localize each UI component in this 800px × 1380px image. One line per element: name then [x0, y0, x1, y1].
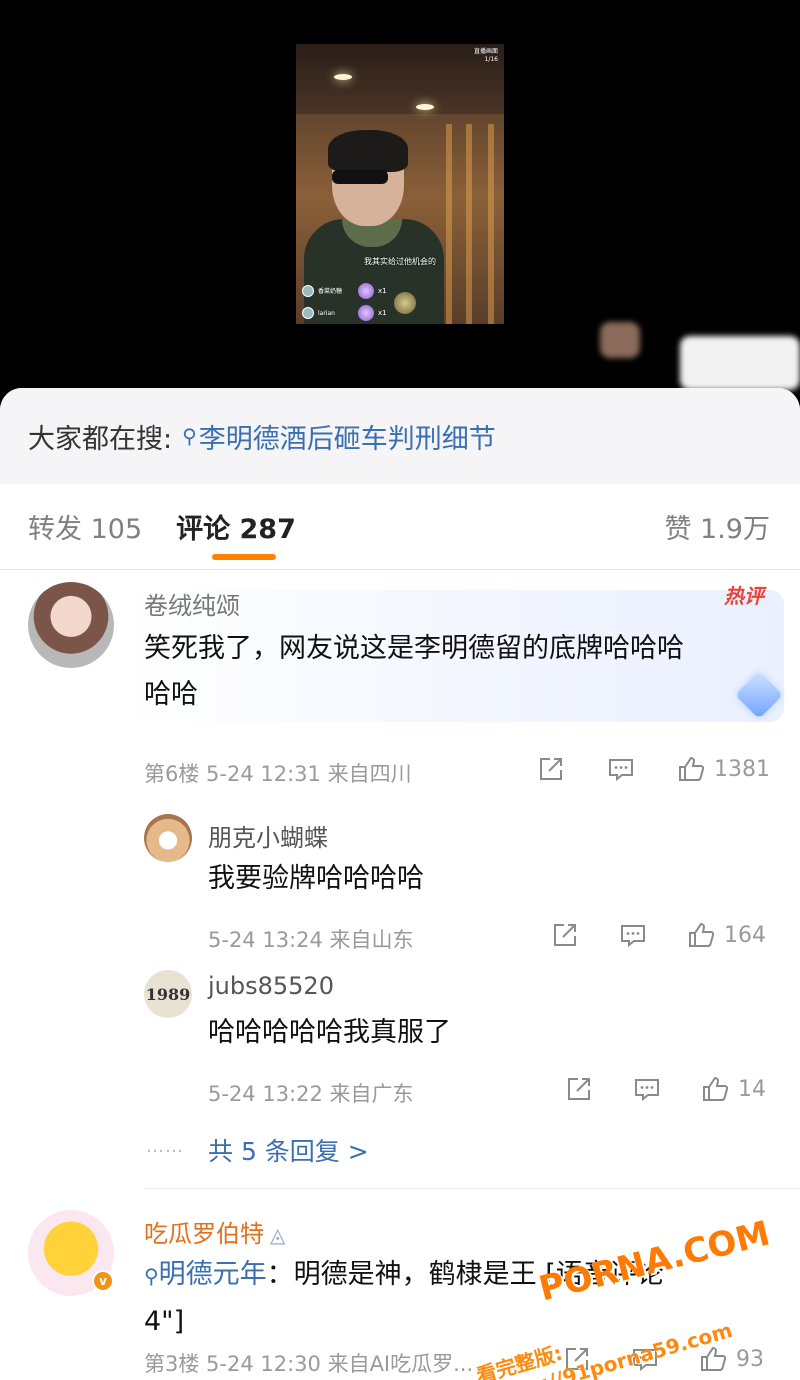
reply-actions: 164 [550, 920, 766, 950]
topic-link[interactable]: ⚲明德元年 [144, 1259, 267, 1290]
reply-actions: 14 [564, 1074, 766, 1104]
gift-count: x1 [378, 287, 387, 295]
gift-icon [358, 283, 374, 299]
avatar [302, 285, 314, 297]
trending-label: 大家都在搜: [28, 423, 173, 455]
search-icon: ⚲ [144, 1264, 159, 1288]
trending-query: 李明德酒后砸车判刑细节 [198, 423, 496, 455]
reply-author[interactable]: jubs85520 [208, 972, 334, 1000]
avatar[interactable]: 1989 [144, 970, 192, 1018]
ceiling-lamp [416, 104, 434, 110]
comment-item: 卷绒纯颂 热评 笑死我了，网友说这是李明德留的底牌哈哈哈 哈哈 第6楼 5-24… [0, 570, 800, 1180]
like-count: 93 [736, 1346, 764, 1372]
verified-badge: v [92, 1270, 114, 1292]
active-tab-indicator [212, 554, 276, 560]
share-icon[interactable] [536, 754, 566, 784]
video-ceiling [296, 44, 504, 114]
trending-search-link[interactable]: ⚲ 李明德酒后砸车判刑细节 [182, 417, 496, 456]
comment-actions: 1381 [536, 754, 770, 784]
avatar [302, 307, 314, 319]
member-level-icon: ◬ [270, 1223, 286, 1247]
background-pillar [446, 124, 452, 324]
video-corner-info: 直播画面 1/16 [473, 48, 498, 63]
avatar[interactable] [144, 814, 192, 862]
thumbs-up-icon[interactable] [686, 920, 716, 950]
blur-overlay [600, 322, 640, 358]
like-count: 14 [738, 1076, 766, 1102]
tab-repost[interactable]: 转发 105 [28, 507, 142, 546]
blur-overlay [680, 336, 800, 390]
tab-bar: 转发 105 评论 287 赞 1.9万 [0, 484, 800, 570]
reply-icon[interactable] [606, 754, 636, 784]
replies-dots: …… [146, 1136, 184, 1157]
search-icon: ⚲ [182, 424, 197, 448]
reply-icon[interactable] [632, 1074, 662, 1104]
video-player[interactable]: 直播画面 1/16 我其实给过他机会的 香菜奶糖 x1 larian x1 [0, 0, 800, 400]
gift-count: x1 [378, 309, 387, 317]
sunglasses [332, 170, 388, 184]
background-pillar [466, 124, 472, 324]
video-subtitle: 我其实给过他机会的 [364, 257, 436, 266]
hot-comment-badge: 热评 [724, 584, 764, 608]
gift-icon [358, 305, 374, 321]
avatar[interactable] [28, 582, 114, 668]
gift-notification: larian x1 [302, 304, 387, 322]
thumbs-up-icon[interactable] [700, 1074, 730, 1104]
thumbs-up-icon[interactable] [676, 754, 706, 784]
like-count: 1381 [714, 756, 770, 782]
tab-likes[interactable]: 赞 1.9万 [664, 507, 770, 546]
reply-text[interactable]: 哈哈哈哈哈我真服了 [208, 1010, 451, 1056]
person-hair [328, 130, 408, 172]
comment-author[interactable]: 吃瓜罗伯特 ◬ [144, 1214, 285, 1249]
like-count: 164 [724, 922, 766, 948]
comment-author[interactable]: 卷绒纯颂 [144, 586, 240, 621]
ceiling-lamp [334, 74, 352, 80]
reply-icon[interactable] [618, 920, 648, 950]
reply-meta: 5-24 13:24 来自山东 [208, 928, 414, 952]
comment-sheet: 大家都在搜: ⚲ 李明德酒后砸车判刑细节 转发 105 评论 287 赞 1.9… [0, 388, 800, 1380]
trending-search-bar: 大家都在搜: ⚲ 李明德酒后砸车判刑细节 [0, 388, 800, 484]
reply-text[interactable]: 我要验牌哈哈哈哈 [208, 856, 424, 902]
background-pillar [488, 124, 494, 324]
gift-notification: 香菜奶糖 x1 [302, 282, 387, 300]
share-icon[interactable] [550, 920, 580, 950]
reply-author[interactable]: 朋克小蝴蝶 [208, 818, 328, 853]
video-frame[interactable]: 直播画面 1/16 我其实给过他机会的 香菜奶糖 x1 larian x1 [296, 44, 504, 324]
view-more-replies-link[interactable]: 共 5 条回复 > [208, 1132, 369, 1168]
tab-comments[interactable]: 评论 287 [176, 507, 296, 546]
gift-user: 香菜奶糖 [318, 287, 343, 295]
emblem-icon [394, 292, 416, 314]
gift-user: larian [318, 309, 335, 317]
comment-meta: 第6楼 5-24 12:31 来自四川 [144, 762, 412, 786]
reply-meta: 5-24 13:22 来自广东 [208, 1082, 414, 1106]
comment-meta: 第3楼 5-24 12:30 来自AI吃瓜罗... [144, 1352, 474, 1376]
share-icon[interactable] [564, 1074, 594, 1104]
comment-divider [144, 1188, 800, 1189]
comment-text[interactable]: 笑死我了，网友说这是李明德留的底牌哈哈哈 哈哈 [144, 626, 684, 718]
